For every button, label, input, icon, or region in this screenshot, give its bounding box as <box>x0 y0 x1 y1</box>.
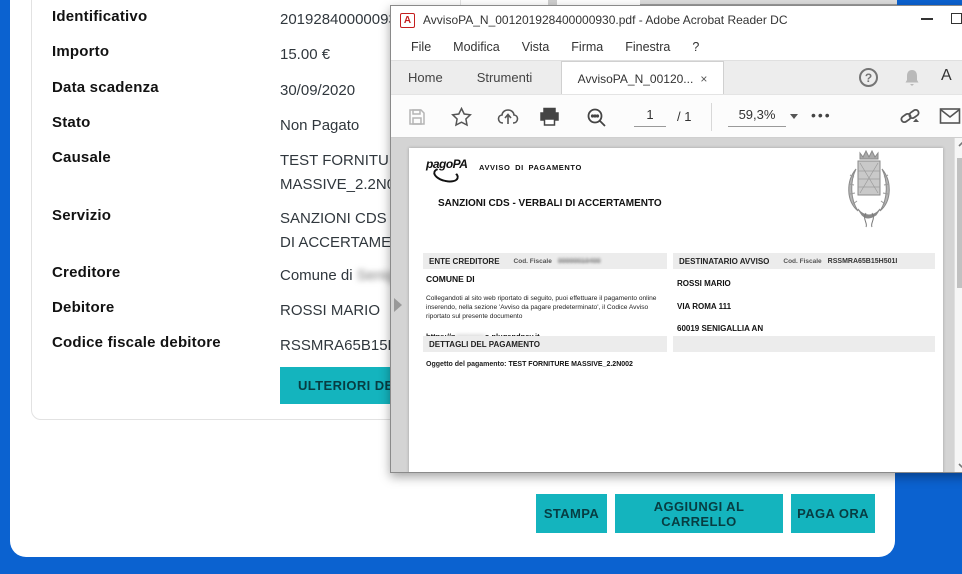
pdf-file-icon: A <box>400 13 415 28</box>
help-icon[interactable]: ? <box>859 68 878 87</box>
more-tools-icon[interactable]: ••• <box>811 107 832 123</box>
comune-di-label: COMUNE DI <box>426 274 475 284</box>
ente-cod-fiscale-redacted: 00000010400 <box>558 258 601 265</box>
pdf-document-area[interactable]: pagoPA AVVISO DI PAGAMENTO SANZIONI CDS … <box>391 138 962 472</box>
oggetto-label: Oggetto del pagamento: <box>426 361 507 368</box>
destinatario-label: DESTINATARIO AVVISO <box>679 257 769 266</box>
add-to-cart-button[interactable]: AGGIUNGI AL CARRELLO <box>615 494 783 533</box>
search-zoom-icon[interactable] <box>586 107 608 129</box>
oggetto-pagamento-line: Oggetto del pagamento: TEST FORNITURE MA… <box>426 361 633 368</box>
page-count-label: / 1 <box>677 109 691 124</box>
ente-creditore-label: ENTE CREDITORE <box>429 257 500 266</box>
field-label: Codice fiscale debitore <box>52 334 267 351</box>
ente-creditore-header: ENTE CREDITORE Cod. Fiscale 00000010400 <box>423 253 667 269</box>
dettagli-pagamento-header: DETTAGLI DEL PAGAMENTO <box>423 336 667 352</box>
tab-home[interactable]: Home <box>391 70 460 85</box>
minimize-button[interactable] <box>921 18 933 20</box>
print-button[interactable]: STAMPA <box>536 494 607 533</box>
toolbar-divider <box>711 103 712 131</box>
field-label: Identificativo <box>52 8 267 25</box>
menu-modifica[interactable]: Modifica <box>443 37 510 57</box>
screen: Identificativo 201928400000930 Importo 1… <box>0 0 962 574</box>
pay-now-button[interactable]: PAGA ORA <box>791 494 875 533</box>
menu-file[interactable]: File <box>401 37 441 57</box>
maximize-button[interactable] <box>951 13 962 24</box>
tab-document[interactable]: AvvisoPA_N_00120... × <box>561 61 724 95</box>
cod-fiscale-label: Cod. Fiscale <box>514 258 552 265</box>
pdf-page: pagoPA AVVISO DI PAGAMENTO SANZIONI CDS … <box>409 148 943 472</box>
pdf-service-title: SANZIONI CDS - VERBALI DI ACCERTAMENTO <box>438 198 662 209</box>
field-label: Debitore <box>52 299 267 316</box>
payment-info-paragraph: Collegandoti al sito web riportato di se… <box>426 294 661 321</box>
acrobat-tabbar: Home Strumenti AvvisoPA_N_00120... × ? A <box>391 60 962 94</box>
email-icon[interactable] <box>939 107 961 125</box>
destinatario-cod-fiscale: RSSMRA65B15H501I <box>828 258 898 265</box>
cod-fiscale-label: Cod. Fiscale <box>783 258 821 265</box>
share-link-icon[interactable] <box>899 107 923 129</box>
scroll-up-icon[interactable] <box>958 140 962 148</box>
vertical-scrollbar[interactable] <box>954 138 962 472</box>
menu-firma[interactable]: Firma <box>561 37 613 57</box>
acrobat-toolbar: 1 / 1 59,3% ••• <box>391 94 962 138</box>
tab-close-icon[interactable]: × <box>700 72 707 86</box>
account-label[interactable]: A <box>941 67 952 85</box>
scroll-down-icon[interactable] <box>958 462 962 470</box>
tab-document-label: AvvisoPA_N_00120... <box>578 72 694 86</box>
star-icon[interactable] <box>451 107 472 127</box>
zoom-dropdown-caret[interactable] <box>790 114 798 119</box>
action-buttons: STAMPA AGGIUNGI AL CARRELLO PAGA ORA <box>536 494 875 533</box>
field-label: Servizio <box>52 207 267 224</box>
print-icon[interactable] <box>539 107 560 127</box>
destinatario-city: 60019 SENIGALLIA AN <box>677 324 763 333</box>
field-label: Importo <box>52 43 267 60</box>
municipality-coat-of-arms <box>842 149 894 239</box>
field-label: Data scadenza <box>52 79 267 96</box>
field-label: Creditore <box>52 264 267 281</box>
save-icon[interactable] <box>407 107 427 127</box>
oggetto-value: TEST FORNITURE MASSIVE_2.2N002 <box>508 361 632 368</box>
acrobat-titlebar[interactable]: A AvvisoPA_N_001201928400000930.pdf - Ad… <box>391 6 962 34</box>
navigation-pane-arrow-icon[interactable] <box>394 298 402 312</box>
cloud-upload-icon[interactable] <box>497 107 519 127</box>
destinatario-name: ROSSI MARIO <box>677 279 731 288</box>
page-number-input[interactable]: 1 <box>634 107 666 127</box>
menu-help[interactable]: ? <box>682 37 709 57</box>
tab-strumenti[interactable]: Strumenti <box>460 70 550 85</box>
field-label: Stato <box>52 114 267 131</box>
acrobat-window: A AvvisoPA_N_001201928400000930.pdf - Ad… <box>390 5 962 473</box>
menu-vista[interactable]: Vista <box>512 37 560 57</box>
zoom-level-input[interactable]: 59,3% <box>728 107 786 127</box>
destinatario-header: DESTINATARIO AVVISO Cod. Fiscale RSSMRA6… <box>673 253 935 269</box>
dettagli-pagamento-label: DETTAGLI DEL PAGAMENTO <box>429 340 540 349</box>
scrollbar-thumb[interactable] <box>957 158 962 288</box>
field-label: Causale <box>52 149 267 166</box>
window-title: AvvisoPA_N_001201928400000930.pdf - Adob… <box>423 13 788 27</box>
menu-finestra[interactable]: Finestra <box>615 37 680 57</box>
dettagli-pagamento-header-right <box>673 336 935 352</box>
acrobat-menubar: File Modifica Vista Firma Finestra ? <box>391 34 962 60</box>
doc-type-label: AVVISO DI PAGAMENTO <box>479 163 582 172</box>
notifications-bell-icon[interactable] <box>903 68 921 88</box>
destinatario-address: VIA ROMA 111 <box>677 302 731 311</box>
